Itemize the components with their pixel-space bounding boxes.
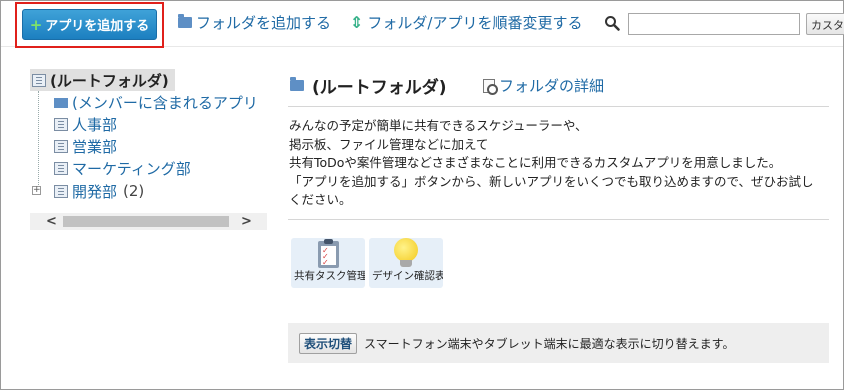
display-switch-bar: 表示切替 スマートフォン端末やタブレット端末に最適な表示に切り替えます。 bbox=[288, 323, 829, 363]
reorder-link[interactable]: ⇕ フォルダ/アプリを順番変更する bbox=[350, 12, 582, 33]
tree-item-development[interactable]: 開発部 (2) bbox=[54, 180, 144, 202]
add-folder-link[interactable]: フォルダを追加する bbox=[178, 12, 331, 33]
display-switch-text: スマートフォン端末やタブレット端末に最適な表示に切り替えます。 bbox=[364, 337, 735, 351]
tree-item-count: (2) bbox=[123, 182, 145, 200]
display-switch-button[interactable]: 表示切替 bbox=[299, 333, 358, 354]
custom-button[interactable]: カスタ bbox=[806, 13, 844, 35]
folder-doc-icon bbox=[54, 161, 68, 175]
tree-connector bbox=[38, 91, 39, 191]
folder-tree: (ルートフォルダ) (メンバーに含まれるアプリ 人事部 営業部 マーケティング部… bbox=[30, 66, 267, 231]
app-tile-label: 共有タスク管理 bbox=[294, 270, 365, 282]
folder-icon bbox=[290, 77, 304, 91]
folder-doc-icon bbox=[54, 184, 68, 198]
search-icon[interactable] bbox=[604, 15, 620, 31]
add-app-button[interactable]: + アプリを追加する bbox=[22, 9, 157, 40]
folder-detail-link[interactable]: フォルダの詳細 bbox=[483, 75, 604, 96]
page-title-text: (ルートフォルダ) bbox=[312, 78, 447, 98]
scroll-right-arrow-icon[interactable]: > bbox=[241, 214, 252, 229]
checklist-marks: ✓ ✓ ✓ bbox=[322, 246, 329, 267]
tree-item-label: 開発部 bbox=[72, 182, 118, 201]
expand-toggle[interactable]: + bbox=[32, 186, 41, 195]
folder-detail-label: フォルダの詳細 bbox=[499, 77, 605, 95]
folder-doc-icon bbox=[32, 73, 46, 87]
divider bbox=[288, 106, 829, 107]
description-line: ください。 bbox=[289, 192, 352, 207]
plus-icon: + bbox=[29, 15, 43, 34]
tree-item-marketing[interactable]: マーケティング部 bbox=[54, 157, 191, 179]
scroll-left-arrow-icon[interactable]: < bbox=[46, 214, 57, 229]
reorder-label: フォルダ/アプリを順番変更する bbox=[367, 14, 583, 32]
tree-item-label: マーケティング部 bbox=[72, 159, 191, 178]
add-app-label: アプリを追加する bbox=[45, 19, 150, 34]
tree-item-label: 営業部 bbox=[72, 137, 118, 156]
lightbulb-icon bbox=[394, 238, 418, 262]
folder-doc-icon bbox=[54, 117, 68, 131]
divider bbox=[288, 219, 829, 220]
search-input[interactable] bbox=[628, 13, 800, 35]
tree-item-sales[interactable]: 営業部 bbox=[54, 135, 117, 157]
tree-item-label: 人事部 bbox=[72, 115, 118, 134]
tree-item-label: (メンバーに含まれるアプリ bbox=[72, 93, 258, 112]
folder-description: みんなの予定が簡単に共有できるスケジューラーや、 掲示板、ファイル管理などに加え… bbox=[289, 117, 834, 210]
tree-horizontal-scrollbar[interactable]: < > bbox=[30, 213, 267, 230]
folder-icon bbox=[178, 14, 192, 28]
app-tile-design-review[interactable]: デザイン確認表 bbox=[369, 238, 443, 288]
tree-item-member-apps[interactable]: (メンバーに含まれるアプリ bbox=[54, 91, 258, 113]
lightbulb-base bbox=[400, 260, 412, 267]
tree-item-root[interactable]: (ルートフォルダ) bbox=[30, 69, 175, 91]
folder-icon bbox=[54, 98, 68, 108]
reorder-icon: ⇕ bbox=[350, 13, 364, 32]
app-tile-label: デザイン確認表 bbox=[372, 270, 443, 282]
description-line: 「アプリを追加する」ボタンから、新しいアプリをいくつでも取り込めますので、ぜひお… bbox=[289, 173, 814, 189]
tree-root-label: (ルートフォルダ) bbox=[50, 71, 169, 90]
scrollbar-thumb[interactable] bbox=[63, 216, 229, 227]
app-tile-shared-task[interactable]: ✓ ✓ ✓ 共有タスク管理 bbox=[291, 238, 365, 288]
page-title: (ルートフォルダ) bbox=[290, 73, 447, 98]
add-folder-label: フォルダを追加する bbox=[196, 14, 332, 32]
tree-item-hr[interactable]: 人事部 bbox=[54, 113, 117, 135]
description-line: 共有ToDoや案件管理などさまざまなことに利用できるカスタムアプリを用意しました… bbox=[289, 155, 782, 170]
description-line: みんなの予定が簡単に共有できるスケジューラーや、 bbox=[289, 118, 588, 133]
magnifier-document-icon bbox=[483, 78, 498, 95]
folder-doc-icon bbox=[54, 139, 68, 153]
description-line: 掲示板、ファイル管理などに加えて bbox=[289, 136, 489, 152]
